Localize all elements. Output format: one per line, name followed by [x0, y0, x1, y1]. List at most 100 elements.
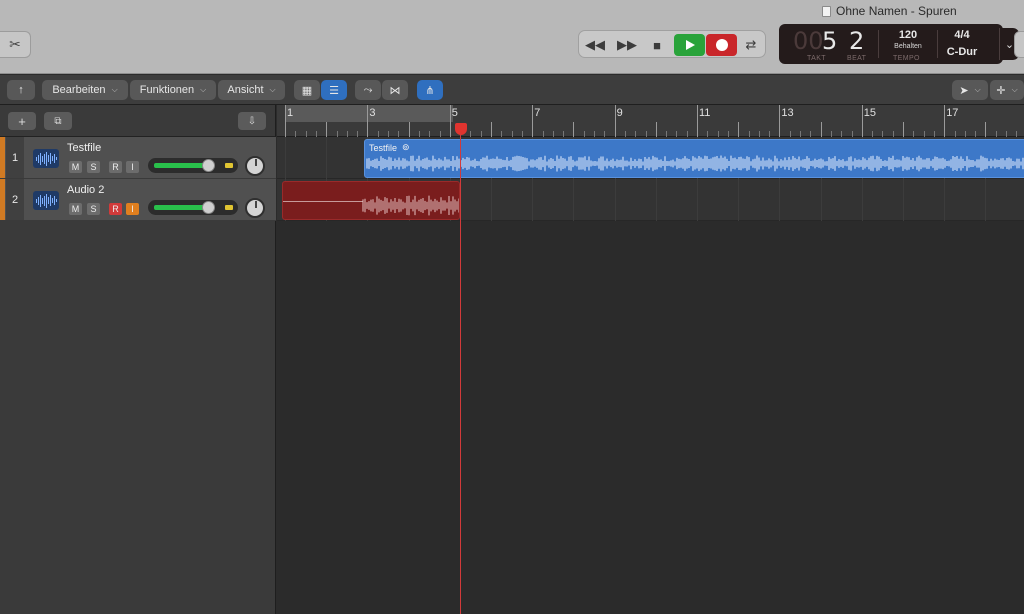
functions-menu-label: Funktionen: [139, 84, 195, 96]
solo-button[interactable]: S: [87, 161, 100, 173]
volume-knob[interactable]: [202, 201, 215, 214]
toolbar-edge-button[interactable]: [1014, 31, 1024, 58]
record-icon: [715, 39, 728, 51]
chevron-down-icon: ⌵: [269, 85, 276, 94]
ruler-tick: [985, 122, 987, 137]
lcd-takt-leading: 00: [793, 27, 824, 55]
transport-controls: ◀◀ ▶▶ ■ ⇄: [578, 30, 766, 58]
chevron-down-icon: ⌵: [111, 85, 118, 94]
playhead-handle[interactable]: [455, 123, 467, 135]
pan-knob[interactable]: [245, 198, 265, 218]
audio-waveform-icon: [33, 191, 59, 210]
rewind-button[interactable]: ◀◀: [581, 34, 609, 56]
playhead-line: [460, 133, 461, 614]
track-name[interactable]: Testfile: [67, 142, 101, 154]
audio-region[interactable]: Testfile ⊚: [364, 139, 1024, 178]
cycle-button[interactable]: ⇄: [737, 34, 765, 56]
ruler-tick: [655, 122, 657, 137]
functions-menu[interactable]: Funktionen ⌵: [130, 80, 216, 100]
ruler-tick: [779, 105, 781, 137]
ruler-tick: [861, 105, 863, 137]
volume-knob[interactable]: [202, 159, 215, 172]
grid-view-icon[interactable]: ▦: [294, 80, 320, 100]
automation-icon[interactable]: ⤳: [355, 80, 381, 100]
record-enable-button[interactable]: R: [109, 203, 122, 215]
ruler-tick: [738, 122, 740, 137]
ruler-tick: [449, 105, 451, 137]
lcd-tempo-mode: Behalten: [894, 43, 922, 50]
volume-fader[interactable]: [148, 158, 238, 173]
ruler-number: 15: [863, 107, 877, 119]
region-waveform: [366, 155, 1024, 172]
pan-knob[interactable]: [245, 156, 265, 176]
volume-peak: [225, 205, 233, 210]
track-row[interactable]: 1 Testfile M S R I: [0, 137, 276, 179]
ruler-tick: [491, 122, 492, 137]
ruler-tick: [614, 105, 616, 137]
duplicate-track-icon[interactable]: ⧉: [44, 112, 72, 130]
audio-waveform-icon: [33, 149, 59, 168]
record-enable-button[interactable]: R: [109, 161, 122, 173]
bar-ruler[interactable]: 1 3 5 7 9 11 13 15 17: [277, 105, 1024, 137]
lcd-key: C-Dur: [946, 46, 978, 58]
volume-level: [154, 163, 207, 168]
mute-button[interactable]: M: [69, 161, 82, 173]
lcd-beat-label: BEAT: [847, 55, 867, 62]
track-number: 2: [6, 179, 24, 220]
volume-level: [154, 205, 207, 210]
solo-button[interactable]: S: [87, 203, 100, 215]
stop-button[interactable]: ■: [643, 34, 671, 56]
pointer-tool-icon[interactable]: ➤ ⌵: [952, 80, 988, 100]
edit-menu[interactable]: Bearbeiten ⌵: [42, 80, 128, 100]
ruler-number: 5: [451, 107, 458, 119]
add-track-button[interactable]: +: [8, 112, 36, 130]
record-button[interactable]: [706, 34, 737, 56]
ruler-number: 1: [287, 107, 294, 119]
ruler-tick: [367, 105, 369, 137]
window-title: Ohne Namen - Spuren: [822, 4, 957, 18]
scissors-icon[interactable]: ✂: [0, 31, 31, 58]
input-monitor-button[interactable]: I: [126, 161, 139, 173]
ruler-number: 3: [369, 107, 376, 119]
list-view-icon[interactable]: ☰: [321, 80, 347, 100]
ruler-tick: [944, 105, 946, 137]
track-header-bar: + ⧉ ⇩: [0, 105, 276, 137]
ruler-number: 13: [781, 107, 794, 119]
title-bar: Ohne Namen - Spuren ✂ ◀◀ ▶▶ ■ ⇄ 00 5 2 T…: [0, 0, 1024, 74]
ruler-number: 9: [616, 107, 623, 119]
input-monitor-button[interactable]: I: [126, 203, 139, 215]
volume-fader[interactable]: [148, 200, 238, 215]
recording-region[interactable]: [282, 181, 460, 220]
track-name[interactable]: Audio 2: [67, 184, 104, 196]
back-arrow-icon[interactable]: ↑: [7, 80, 35, 100]
mute-button[interactable]: M: [69, 203, 82, 215]
track-list: 1 Testfile M S R I 2 Audio 2 M S R I: [0, 137, 276, 614]
crosshair-tool-icon[interactable]: ✛ ⌵: [990, 80, 1024, 100]
ruler-tick: [573, 122, 575, 137]
import-icon[interactable]: ⇩: [238, 112, 266, 130]
play-icon: [685, 40, 695, 50]
lcd-tempo: 120: [898, 29, 918, 41]
ruler-tick: [820, 122, 822, 137]
arrange-area[interactable]: Testfile ⊚: [277, 137, 1024, 614]
track-color-bar: [0, 179, 5, 220]
lcd-takt-label: TAKT: [807, 55, 826, 62]
snap-icon[interactable]: ⋔: [417, 80, 443, 100]
lcd-takt: 5: [822, 27, 838, 55]
track-color-bar: [0, 137, 5, 178]
view-menu-label: Ansicht: [227, 84, 264, 96]
ruler-tick: [326, 122, 328, 137]
ruler-tick: [697, 105, 698, 137]
forward-button[interactable]: ▶▶: [613, 34, 641, 56]
lcd-signature: 4/4: [954, 29, 970, 41]
lcd-display[interactable]: 00 5 2 TAKT BEAT 120 Behalten TEMPO 4/4 …: [779, 24, 1019, 64]
view-menu[interactable]: Ansicht ⌵: [218, 80, 285, 100]
flex-icon[interactable]: ⋈: [382, 80, 408, 100]
ruler-tick: [285, 105, 286, 137]
play-button[interactable]: [674, 34, 705, 56]
track-number: 1: [6, 137, 24, 178]
ruler-number: 7: [534, 107, 541, 119]
track-row[interactable]: 2 Audio 2 M S R I: [0, 179, 276, 221]
lcd-tempo-label: TEMPO: [893, 55, 920, 62]
ruler-tick: [903, 122, 904, 137]
